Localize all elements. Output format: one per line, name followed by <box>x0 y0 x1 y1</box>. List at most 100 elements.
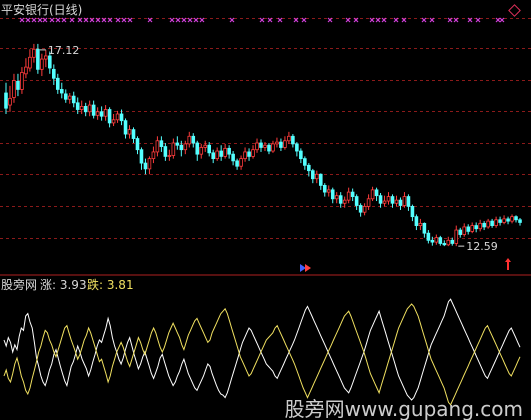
candle-body <box>318 173 323 186</box>
candle-body <box>279 141 283 148</box>
candle-body <box>36 48 40 70</box>
candle-body <box>510 216 514 222</box>
candle-body <box>338 195 343 204</box>
candle-body <box>442 243 447 246</box>
candle-body <box>79 105 84 110</box>
candle-body <box>63 93 68 100</box>
candle-body <box>83 105 88 113</box>
candle-body <box>143 162 148 170</box>
candle-body <box>28 56 32 69</box>
candle-body <box>486 220 490 228</box>
candle-body <box>366 198 371 207</box>
indicator-name: 股旁网 <box>1 278 38 292</box>
candle-body <box>498 219 502 223</box>
candle-body <box>175 142 180 146</box>
candle-body <box>8 97 12 106</box>
candle-body <box>334 195 339 200</box>
candle-body <box>107 109 112 124</box>
candle-body <box>12 80 16 98</box>
candle-body <box>243 151 247 160</box>
candle-body <box>179 144 184 151</box>
candle-body <box>119 113 124 122</box>
candle-body <box>410 205 415 218</box>
candle-body <box>227 147 231 155</box>
candle-body <box>111 119 116 124</box>
candle-body <box>374 189 379 197</box>
candle-body <box>159 140 164 147</box>
arrow-up-icon <box>505 258 511 262</box>
candle-body <box>370 189 375 200</box>
candle-body <box>223 147 227 157</box>
candle-body <box>454 229 459 244</box>
annotation-label: 17.12 <box>48 44 80 57</box>
candle-body <box>314 173 319 180</box>
candle-body <box>422 222 427 234</box>
watermark: 股旁网www.gupang.com <box>284 397 523 420</box>
indicator-rise-value: 涨: 3.93 <box>40 278 87 292</box>
candle-body <box>402 196 407 206</box>
candle-body <box>187 135 192 145</box>
candle-body <box>462 226 467 235</box>
candle-body <box>32 48 36 58</box>
candle-body <box>135 138 140 151</box>
chart-canvas: 17.12 12.59 <box>0 17 531 406</box>
candle-body <box>59 89 64 94</box>
chart-title: 平安银行(日线) <box>1 3 83 17</box>
candle-body <box>494 219 498 226</box>
candle-body <box>211 152 215 160</box>
candle-body <box>398 199 403 206</box>
candle-body <box>358 205 363 213</box>
candle-body <box>275 141 279 145</box>
candle-body <box>167 155 172 157</box>
candle-body <box>482 222 486 228</box>
candle-body <box>434 237 439 243</box>
candle-body <box>131 129 136 139</box>
candle-body <box>466 226 471 232</box>
arrow-stem <box>507 262 509 270</box>
candle-body <box>267 144 271 152</box>
candle-body <box>183 143 188 151</box>
candle-body <box>283 140 287 148</box>
candle-body <box>40 58 44 70</box>
candle-body <box>450 239 455 244</box>
candle-body <box>295 143 299 152</box>
candle-body <box>382 200 387 204</box>
candle-body <box>251 149 255 157</box>
candle-body <box>20 72 24 90</box>
candle-body <box>291 135 295 145</box>
candle-body <box>259 142 263 148</box>
candle-body <box>24 66 28 75</box>
candle-body <box>307 164 311 172</box>
candle-body <box>127 129 132 135</box>
candle-body <box>354 196 359 206</box>
candle-body <box>514 216 518 221</box>
candle-body <box>195 142 200 155</box>
candle-body <box>163 146 168 157</box>
candle-body <box>326 189 331 193</box>
candle-body <box>215 150 219 160</box>
candle-body <box>506 218 510 222</box>
candle-body <box>147 158 152 170</box>
candle-body <box>299 150 303 160</box>
candle-body <box>191 135 196 144</box>
candle-body <box>378 195 383 204</box>
candle-body <box>16 80 20 90</box>
candle-body <box>99 111 104 117</box>
candle-body <box>171 142 176 156</box>
candle-body <box>4 92 8 109</box>
candle-body <box>151 151 156 160</box>
candle-body <box>103 109 108 117</box>
candle-body <box>418 222 423 226</box>
candlestick-series[interactable] <box>4 43 522 247</box>
candle-body <box>71 95 76 104</box>
candle-body <box>470 225 474 232</box>
price-grid <box>0 18 531 239</box>
candle-body <box>330 189 335 200</box>
candle-body <box>474 225 478 230</box>
candle-body <box>219 150 223 157</box>
indicator-lines[interactable] <box>3 298 521 406</box>
candle-body <box>231 153 235 162</box>
candle-body <box>490 220 494 226</box>
arrow-right-icon <box>305 264 311 272</box>
candle-body <box>406 196 411 207</box>
